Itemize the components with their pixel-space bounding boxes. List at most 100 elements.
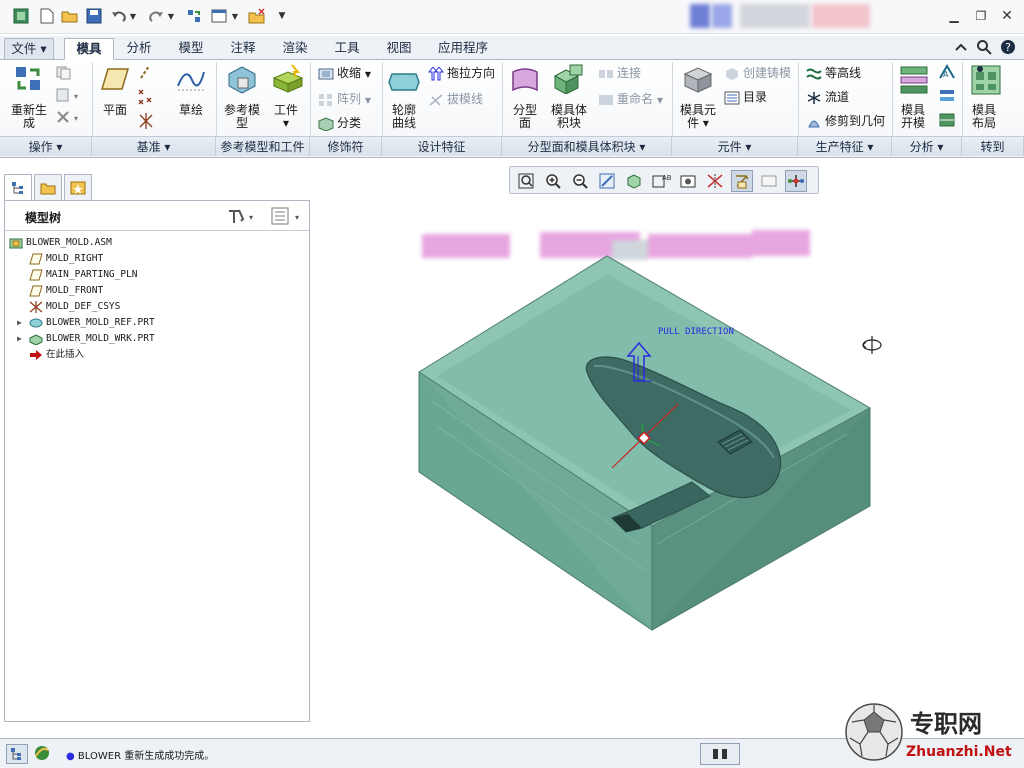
tab-view[interactable]: 视图 [376,38,422,60]
connect-button[interactable]: 连接 [598,64,641,81]
tab-model[interactable]: 模型 [168,38,214,60]
tree-item[interactable]: ▶ BLOWER_MOLD_WRK.PRT [17,331,155,347]
minimize-button[interactable]: ▁ [945,8,963,24]
mold-component-icon[interactable] [682,64,713,94]
restore-button[interactable]: ❐ [972,8,990,24]
mold-component-button[interactable]: 模具元 件 ▾ [676,104,720,130]
paste-icon[interactable]: ▾ [56,88,82,105]
mold-volume-button[interactable]: 模具体 积块 [546,104,592,130]
contour-line-button[interactable]: 等高线 [806,64,861,81]
tree-item[interactable]: BLOWER_MOLD.ASM [9,235,112,251]
group-parting[interactable]: 分型面和模具体积块 ▾ [502,136,672,156]
pull-direction-button[interactable]: 拖拉方向 [428,64,495,81]
thickness-check-icon[interactable] [938,88,956,107]
tab-model-tree[interactable] [4,174,32,200]
window-dropdown-icon[interactable]: ▼ [230,7,240,25]
draft-check-icon[interactable]: A [938,64,956,83]
axis-icon[interactable] [137,64,153,83]
copy-icon[interactable] [56,66,72,83]
projection-area-icon[interactable] [938,112,956,131]
close-window-icon[interactable] [248,7,266,25]
group-production[interactable]: 生产特征 ▾ [798,136,892,156]
tree-item[interactable]: MOLD_DEF_CSYS [17,299,120,315]
toggle-navigator-icon[interactable] [6,744,28,764]
tree-item[interactable]: MOLD_FRONT [17,283,103,299]
delete-icon[interactable]: ▾ [56,110,82,127]
group-operations[interactable]: 操作 ▾ [0,136,92,156]
zoom-out-icon[interactable] [569,170,591,192]
workpiece-button[interactable]: 工件 ▾ [268,104,304,130]
tab-render[interactable]: 渲染 [272,38,318,60]
reference-model-button[interactable]: 参考模 型 [220,104,264,130]
expand-icon[interactable]: ▶ [17,331,29,347]
datum-display-icon[interactable] [731,170,753,192]
tab-annotation[interactable]: 注释 [220,38,266,60]
refit-icon[interactable] [515,170,537,192]
window-icon[interactable] [210,7,228,25]
collapse-ribbon-icon[interactable] [952,38,970,56]
save-icon[interactable] [85,7,103,25]
annotation-display-icon[interactable] [758,170,780,192]
draft-line-button[interactable]: 拔模线 [428,90,483,107]
sketch-icon[interactable] [176,66,206,96]
runner-button[interactable]: 流道 [806,88,849,105]
help-icon[interactable]: ? [999,38,1017,56]
saved-views-icon[interactable]: AB [650,170,672,192]
rename-button[interactable]: 重命名 ▼ [598,90,663,107]
tree-item[interactable]: MAIN_PARTING_PLN [17,267,138,283]
spin-center-icon[interactable] [785,170,807,192]
undo-icon[interactable] [110,7,128,25]
csys-icon[interactable] [137,112,155,133]
workpiece-icon[interactable] [272,64,304,94]
mold-layout-button[interactable]: 模具 布局 [964,104,1004,130]
tab-file[interactable]: 文件 ▾ [4,38,54,60]
customize-icon[interactable]: ▼ [276,7,288,25]
tree-show-icon[interactable]: ▾ [271,207,305,228]
mold-layout-icon[interactable] [970,64,1001,95]
plane-icon[interactable] [100,66,130,96]
shrink-button[interactable]: 收缩 ▼ [318,64,371,81]
contour-curve-button[interactable]: 轮廓 曲线 [386,104,422,130]
classify-button[interactable]: 分类 [318,114,361,131]
tab-tools[interactable]: 工具 [324,38,370,60]
reference-model-icon[interactable] [226,64,256,94]
group-datum[interactable]: 基准 ▾ [92,136,216,156]
regenerate-button[interactable]: 重新生 成 [4,104,54,130]
close-button[interactable]: ✕ [998,8,1016,24]
create-casting-button[interactable]: 创建铸模 [724,64,791,81]
regenerate-icon[interactable] [14,64,44,94]
perspective-icon[interactable] [704,170,726,192]
redo-dropdown-icon[interactable]: ▼ [166,7,176,25]
group-components[interactable]: 元件 ▾ [672,136,798,156]
redo-icon[interactable] [147,7,165,25]
tree-item[interactable]: 在此插入 [17,347,84,363]
pattern-button[interactable]: 阵列 ▼ [318,90,371,107]
selection-filter-icon[interactable] [700,743,740,765]
graphics-window[interactable]: PULL DIRECTION [312,196,1024,736]
mold-open-icon[interactable] [898,64,928,94]
plane-button[interactable]: 平面 [98,104,132,117]
parting-surface-button[interactable]: 分型 面 [508,104,542,130]
catalog-button[interactable]: 目录 [724,88,767,105]
new-icon[interactable] [38,7,56,25]
tree-item[interactable]: MOLD_RIGHT [17,251,103,267]
trim-geometry-button[interactable]: 修剪到几何 [806,112,885,129]
expand-icon[interactable]: ▶ [17,315,29,331]
zoom-in-icon[interactable] [542,170,564,192]
view-manager-icon[interactable] [677,170,699,192]
mold-open-button[interactable]: 模具 开模 [894,104,932,130]
tree-settings-icon[interactable]: ▾ [227,207,257,228]
tree-item[interactable]: ▶ BLOWER_MOLD_REF.PRT [17,315,155,331]
point-icon[interactable] [137,88,155,109]
parting-surface-icon[interactable] [510,66,540,96]
sketch-button[interactable]: 草绘 [172,104,210,117]
tab-analysis[interactable]: 分析 [116,38,162,60]
mold-volume-icon[interactable] [552,64,583,95]
tab-folder-browser[interactable] [34,174,62,200]
group-analysis[interactable]: 分析 ▾ [892,136,962,156]
contour-curve-icon[interactable] [388,70,420,100]
browser-icon[interactable] [32,744,54,764]
search-icon[interactable] [975,38,993,56]
tab-favorites[interactable] [64,174,92,200]
repaint-icon[interactable] [596,170,618,192]
